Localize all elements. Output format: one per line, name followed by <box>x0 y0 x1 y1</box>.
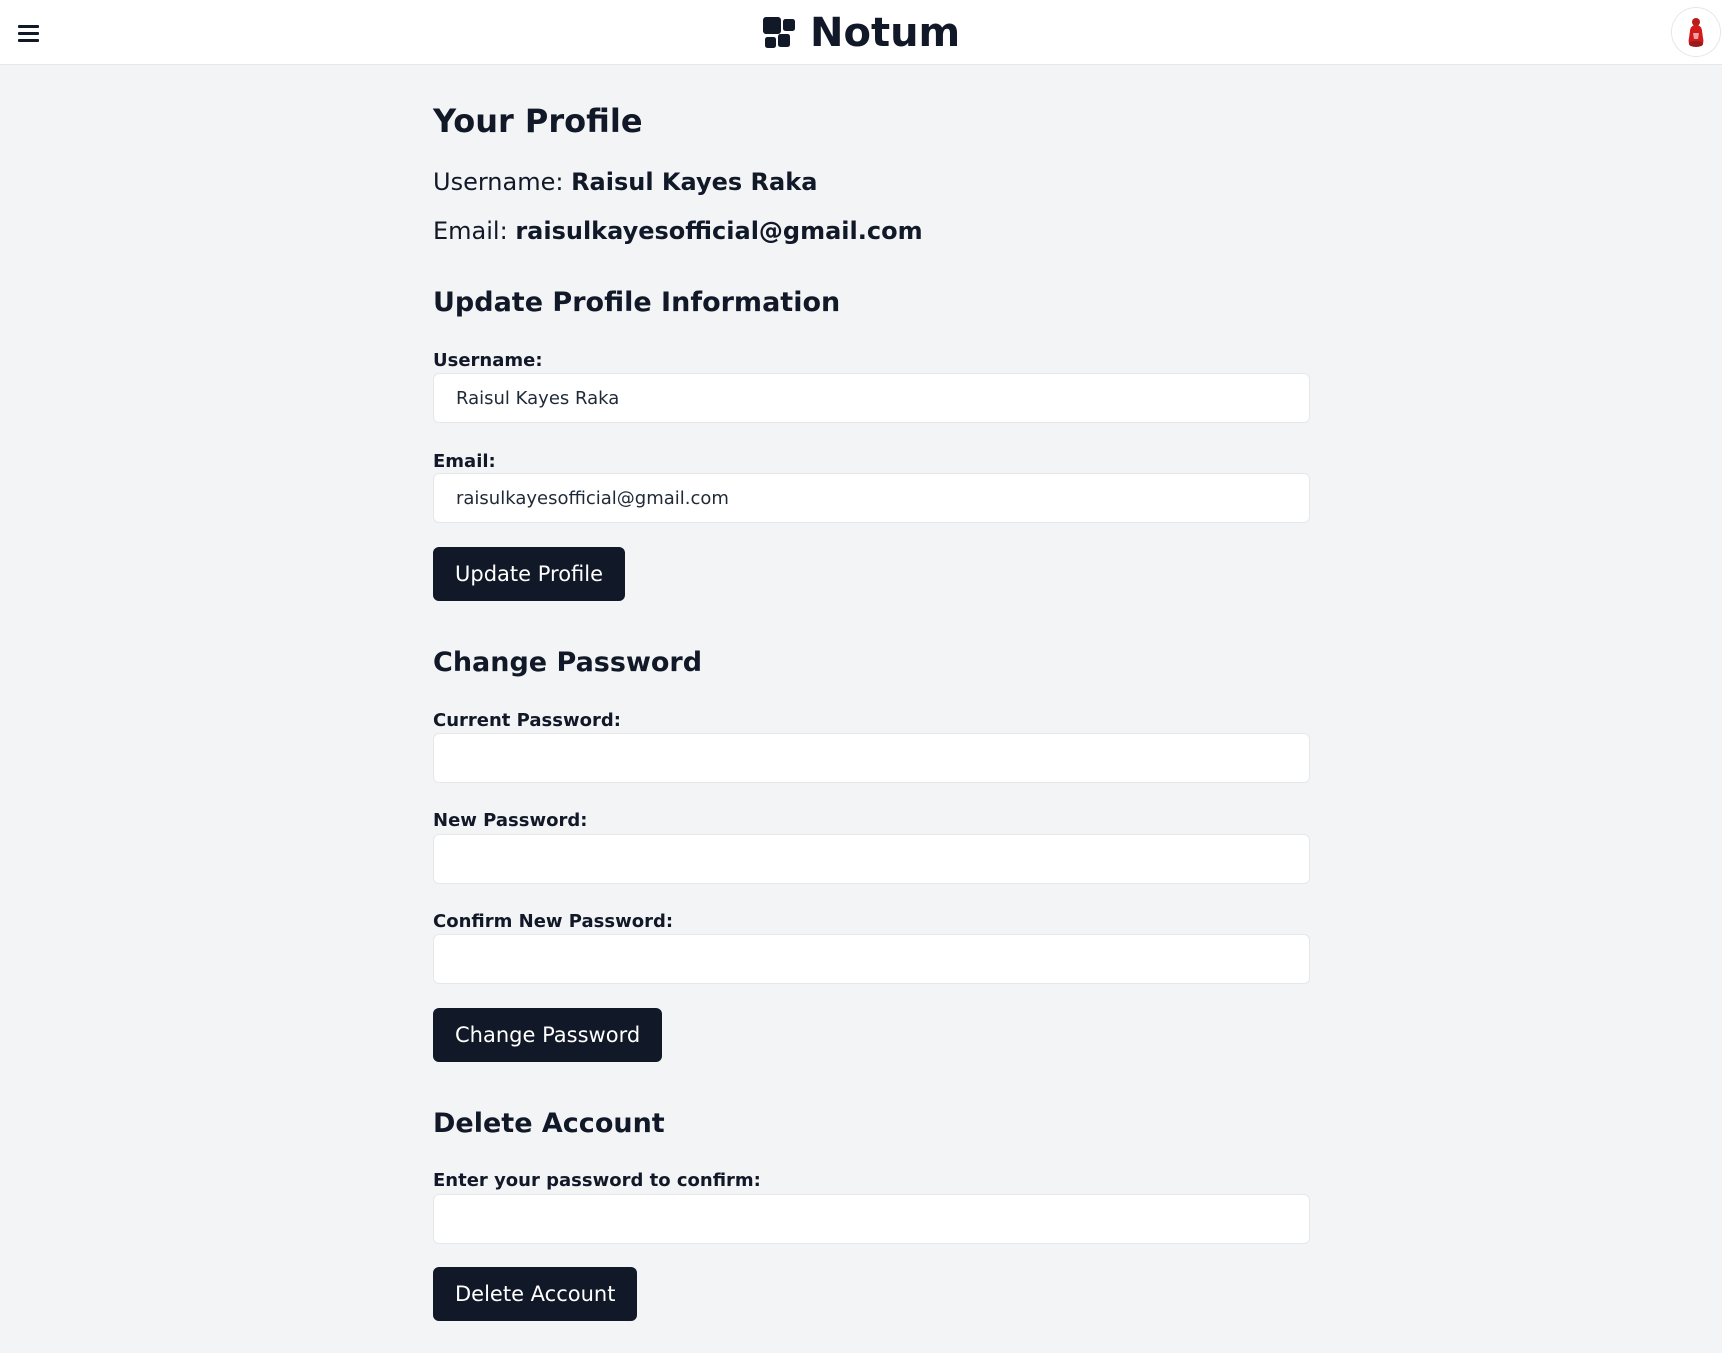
profile-email-label: Email: <box>433 217 508 245</box>
current-password-field[interactable] <box>433 733 1310 783</box>
notum-logo-icon <box>763 17 795 48</box>
page-title: Your Profile <box>433 102 643 140</box>
delete-account-button[interactable]: Delete Account <box>433 1267 638 1321</box>
brand-name: Notum <box>810 10 961 56</box>
profile-username-line: Username: Raisul Kayes Raka <box>433 168 817 196</box>
menu-bar <box>18 31 39 35</box>
brand[interactable]: Notum <box>762 8 960 58</box>
delete-account-heading: Delete Account <box>433 1108 665 1139</box>
user-avatar-icon[interactable] <box>1671 7 1721 57</box>
current-password-label: Current Password: <box>433 710 621 731</box>
avatar-figure <box>1688 18 1704 47</box>
menu-bar <box>18 24 39 28</box>
hamburger-menu-icon[interactable] <box>18 20 44 46</box>
profile-username-value: Raisul Kayes Raka <box>571 168 818 196</box>
confirm-password-label: Confirm New Password: <box>433 911 674 932</box>
username-field-label: Username: <box>433 350 543 371</box>
profile-username-label: Username: <box>433 168 564 196</box>
change-password-heading: Change Password <box>433 647 703 678</box>
delete-password-label: Enter your password to confirm: <box>433 1170 761 1191</box>
new-password-label: New Password: <box>433 810 588 831</box>
confirm-password-field[interactable] <box>433 934 1310 984</box>
update-profile-heading: Update Profile Information <box>433 287 841 318</box>
menu-bar <box>18 38 39 42</box>
profile-email-value: raisulkayesofficial@gmail.com <box>515 217 923 245</box>
email-field-label: Email: <box>433 451 496 472</box>
top-navbar: Notum <box>0 0 1722 65</box>
username-field[interactable] <box>433 373 1310 423</box>
new-password-field[interactable] <box>433 834 1310 884</box>
email-field[interactable] <box>433 473 1310 523</box>
profile-email-line: Email: raisulkayesofficial@gmail.com <box>433 217 923 245</box>
delete-password-field[interactable] <box>433 1194 1310 1244</box>
change-password-button[interactable]: Change Password <box>433 1008 663 1062</box>
update-profile-button[interactable]: Update Profile <box>433 547 626 601</box>
